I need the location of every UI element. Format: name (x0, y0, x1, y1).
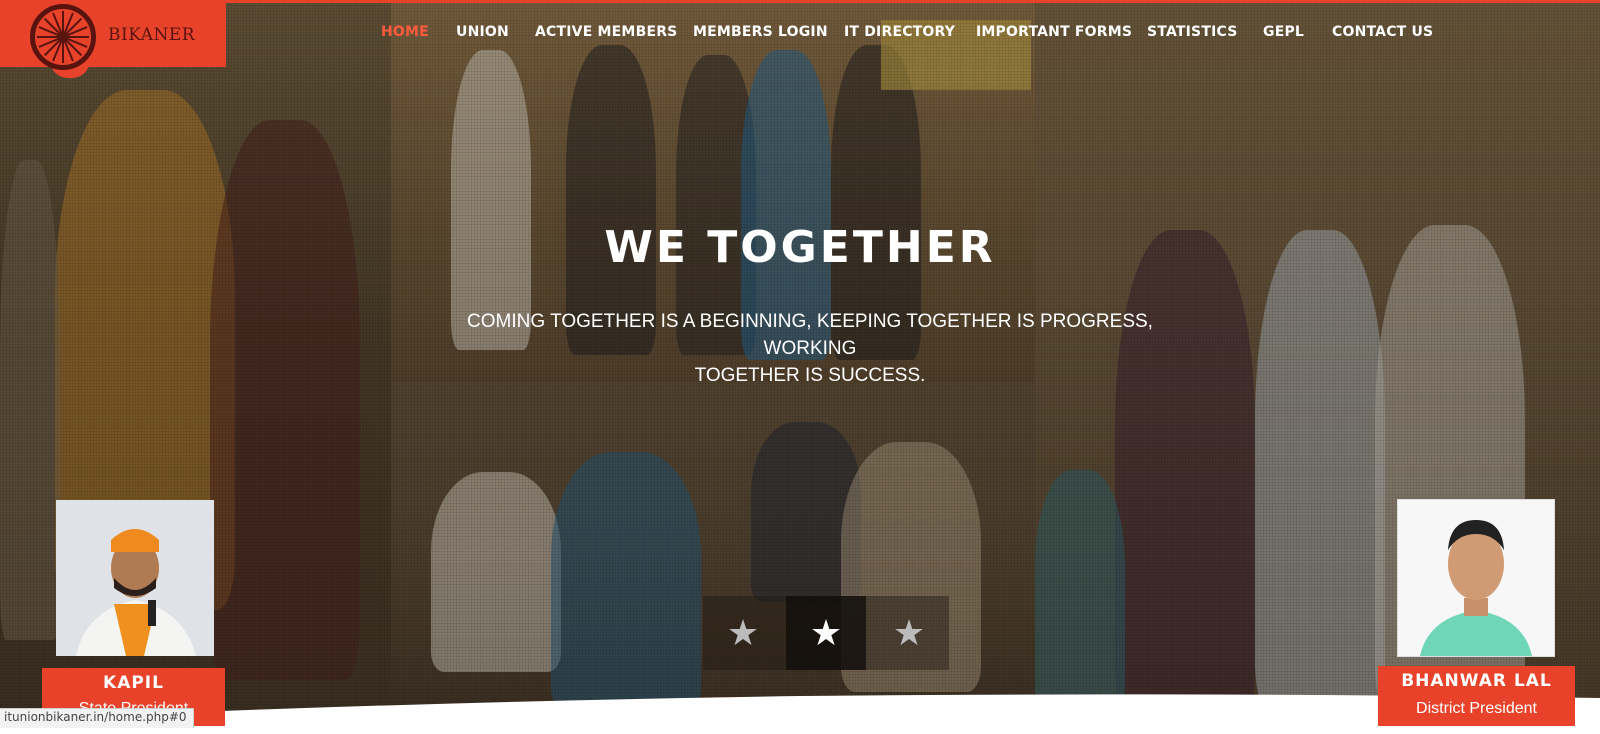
leader-role-right: District President (1378, 696, 1575, 726)
nav-item-important-forms[interactable]: IMPORTANT FORMS (976, 24, 1132, 40)
leader-name-right: BHANWAR LAL VYAS (1378, 666, 1575, 721)
hero-tagline: COMING TOGETHER IS A BEGINNING, KEEPING … (430, 308, 1190, 389)
leader-name-left: KAPIL CHOUDHARY (42, 668, 225, 723)
hero-tagline-line-2: TOGETHER IS SUCCESS. (694, 365, 926, 386)
nav-item-statistics[interactable]: STATISTICS (1147, 24, 1238, 40)
slide-1-star-icon[interactable]: ★ (703, 596, 783, 670)
nav-item-union[interactable]: UNION (456, 24, 509, 40)
nav-item-it-directory[interactable]: IT DIRECTORY (844, 24, 955, 40)
hero-tagline-line-1: COMING TOGETHER IS A BEGINNING, KEEPING … (467, 311, 1153, 359)
hero-bottom-wave (0, 694, 1600, 734)
browser-status-url: itunionbikaner.in/home.php#0 (0, 708, 194, 728)
leader-photo-left (56, 500, 214, 656)
slide-2-star-icon[interactable]: ★ (786, 596, 866, 670)
nav-item-active-members[interactable]: ACTIVE MEMBERS (535, 24, 677, 40)
main-nav: HOME UNION ACTIVE MEMBERS MEMBERS LOGIN … (0, 24, 1600, 44)
nav-item-contact-us[interactable]: CONTACT US (1332, 24, 1433, 40)
top-accent-line (0, 0, 1600, 3)
hero-headline: WE TOGETHER (604, 222, 996, 273)
slider-indicators: ★ ★ ★ (703, 596, 949, 670)
nav-item-gepl[interactable]: GEPL (1263, 24, 1304, 40)
nav-item-home[interactable]: HOME (381, 24, 429, 40)
slide-3-star-icon[interactable]: ★ (869, 596, 949, 670)
nav-item-members-login[interactable]: MEMBERS LOGIN (693, 24, 828, 40)
leader-photo-right (1397, 499, 1555, 657)
